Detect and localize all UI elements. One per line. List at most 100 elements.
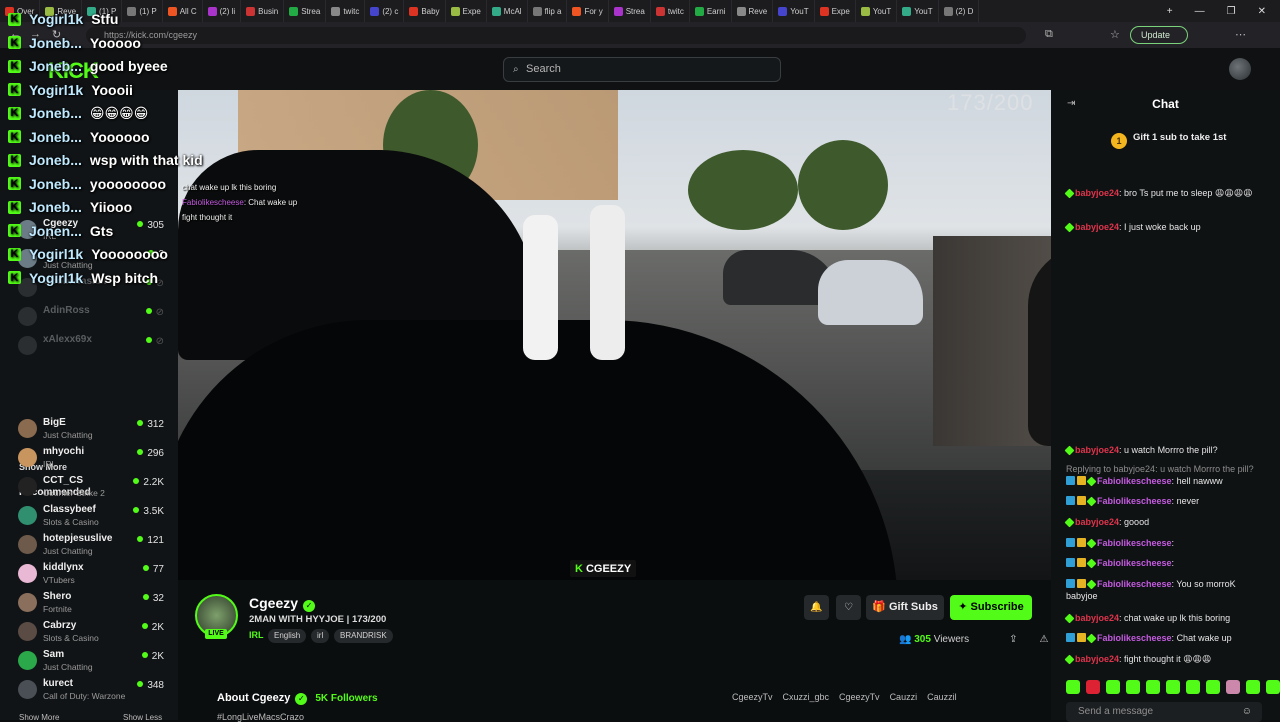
browser-tab[interactable]: For y bbox=[567, 0, 609, 22]
browser-tab[interactable]: YouT bbox=[773, 0, 815, 22]
search-input[interactable]: ⌕ Search bbox=[503, 57, 781, 82]
browser-tab[interactable]: Over bbox=[0, 0, 41, 22]
update-button[interactable]: Update bbox=[1130, 26, 1188, 44]
emote-icon[interactable] bbox=[1206, 680, 1220, 694]
chat-username[interactable]: Fabiolikescheese bbox=[1097, 476, 1172, 486]
emoji-icon[interactable]: ☺ bbox=[1242, 702, 1252, 722]
browser-tab[interactable]: All C bbox=[163, 0, 203, 22]
sidebar-show-more-footer[interactable]: Show More bbox=[19, 713, 59, 722]
browser-tab[interactable]: Expe bbox=[815, 0, 856, 22]
close-window-icon[interactable]: ✕ bbox=[1258, 6, 1266, 17]
tag[interactable]: English bbox=[268, 629, 307, 643]
new-tab-icon[interactable]: + bbox=[1167, 6, 1173, 17]
sidebar-item-hotepjesuslive[interactable]: hotepjesuslive Just Chatting 121 bbox=[18, 533, 166, 561]
sidebar-item-bige[interactable]: BigE Just Chatting 312 bbox=[18, 417, 166, 445]
follow-heart-button[interactable]: ♡ bbox=[836, 595, 861, 620]
sidebar-item-cct_cs[interactable]: CCT_CS Counter-Strike 2 2.2K bbox=[18, 475, 166, 503]
restore-icon[interactable]: ❐ bbox=[1227, 6, 1236, 17]
sidebar-item-channel[interactable]: Just Chatting 2 bbox=[18, 247, 166, 275]
sidebar-show-less-footer[interactable]: Show Less bbox=[123, 713, 162, 722]
sidebar-item-adinross[interactable]: AdinRoss ⊘ bbox=[18, 305, 166, 333]
reload-icon[interactable]: ↻ bbox=[52, 28, 61, 41]
social-link[interactable]: CgeezyTv bbox=[732, 692, 773, 702]
sidebar-item-goobiwasabi[interactable]: GoobiWasabi ⊘ bbox=[18, 276, 166, 304]
browser-tab[interactable]: Expe bbox=[446, 0, 487, 22]
browser-tab[interactable]: Reve bbox=[40, 0, 83, 22]
browser-tab[interactable]: YouT bbox=[856, 0, 898, 22]
gift-banner[interactable]: 1 Gift 1 sub to take 1st bbox=[1111, 132, 1226, 149]
emote-icon[interactable] bbox=[1106, 680, 1120, 694]
send-message-input[interactable]: Send a message ☺ bbox=[1066, 702, 1262, 722]
tab-favicon-icon bbox=[778, 6, 788, 16]
browser-tab[interactable]: Earni bbox=[690, 0, 732, 22]
chat-username[interactable]: Fabiolikescheese bbox=[1097, 579, 1172, 589]
social-link[interactable]: Cxuzzi_gbc bbox=[783, 692, 830, 702]
chat-username[interactable]: Fabiolikescheese bbox=[1097, 558, 1172, 568]
browser-tab[interactable]: (1) P bbox=[122, 0, 163, 22]
chat-username[interactable]: Fabiolikescheese bbox=[1097, 538, 1172, 548]
sidebar-item-sam[interactable]: Sam Just Chatting 2K bbox=[18, 649, 166, 677]
social-link[interactable]: CgeezyTv bbox=[839, 692, 880, 702]
sidebar-item-kurect[interactable]: kurect Call of Duty: Warzone 348 bbox=[18, 678, 166, 706]
sidebar-item-xalexx69x[interactable]: xAlexx69x ⊘ bbox=[18, 334, 166, 362]
browser-tab[interactable]: (2) D bbox=[939, 0, 980, 22]
share-icon[interactable]: ⇪ bbox=[1009, 634, 1017, 645]
forward-icon[interactable]: → bbox=[30, 28, 41, 40]
browser-tab[interactable]: Baby bbox=[404, 0, 446, 22]
notification-bell-button[interactable]: 🔔 bbox=[804, 595, 829, 620]
browser-tab[interactable]: twitc bbox=[326, 0, 366, 22]
url-field[interactable]: https://kick.com/cgeezy bbox=[86, 27, 1026, 44]
gift-subs-button[interactable]: 🎁 Gift Subs bbox=[866, 595, 944, 620]
chat-username[interactable]: Fabiolikescheese bbox=[1097, 633, 1172, 643]
sidebar-item-shero[interactable]: Shero Fortnite 32 bbox=[18, 591, 166, 619]
chat-username[interactable]: babyjoe24 bbox=[1075, 517, 1119, 527]
emote-icon[interactable] bbox=[1226, 680, 1240, 694]
emote-icon[interactable] bbox=[1166, 680, 1180, 694]
chat-username[interactable]: Fabiolikescheese bbox=[1097, 496, 1172, 506]
favorites-icon[interactable]: ☆ bbox=[1110, 28, 1120, 41]
tag[interactable]: irl bbox=[311, 629, 330, 643]
browser-tab[interactable]: McAl bbox=[487, 0, 528, 22]
emote-icon[interactable] bbox=[1066, 680, 1080, 694]
emote-icon[interactable] bbox=[1146, 680, 1160, 694]
sidebar-item-cabrzy[interactable]: Cabrzy Slots & Casino 2K bbox=[18, 620, 166, 648]
emote-icon[interactable] bbox=[1126, 680, 1140, 694]
chat-username[interactable]: babyjoe24 bbox=[1075, 445, 1119, 455]
emote-icon[interactable] bbox=[1266, 680, 1280, 694]
channel-name[interactable]: Cgeezy ✓ bbox=[249, 595, 316, 612]
browser-tab[interactable]: Busin bbox=[241, 0, 285, 22]
sidebar-item-cgeezy[interactable]: Cgeezy IRL 305 bbox=[18, 218, 166, 246]
browser-tab[interactable]: flip a bbox=[528, 0, 568, 22]
browser-tab[interactable]: (1) P bbox=[82, 0, 123, 22]
social-link[interactable]: Cauzzil bbox=[927, 692, 957, 702]
social-link[interactable]: Cauzzi bbox=[890, 692, 918, 702]
back-icon[interactable]: ← bbox=[10, 28, 21, 40]
stream-category[interactable]: IRL bbox=[249, 630, 264, 640]
browser-tab[interactable]: twitc bbox=[651, 0, 690, 22]
minimize-icon[interactable]: — bbox=[1195, 6, 1205, 17]
browser-tab[interactable]: YouT bbox=[897, 0, 939, 22]
tag[interactable]: BRANDRISK bbox=[334, 629, 393, 643]
subscribe-button[interactable]: ✦ Subscribe bbox=[950, 595, 1032, 620]
report-icon[interactable]: ⚠ bbox=[1039, 634, 1048, 645]
sidebar-item-classybeef[interactable]: Classybeef Slots & Casino 3.5K bbox=[18, 504, 166, 532]
video-player[interactable] bbox=[178, 90, 1051, 580]
emote-icon[interactable] bbox=[1246, 680, 1260, 694]
browser-tab[interactable]: Reve bbox=[732, 0, 774, 22]
user-avatar[interactable] bbox=[1229, 58, 1251, 80]
browser-tab[interactable]: Strea bbox=[284, 0, 327, 22]
menu-icon[interactable]: ⋯ bbox=[1235, 28, 1246, 41]
browser-tab[interactable]: (2) c bbox=[365, 0, 405, 22]
emote-icon[interactable] bbox=[1186, 680, 1200, 694]
chat-username[interactable]: babyjoe24 bbox=[1075, 613, 1119, 623]
chat-username[interactable]: babyjoe24 bbox=[1075, 654, 1119, 664]
sidebar-item-mhyochi[interactable]: mhyochi IRL 296 bbox=[18, 446, 166, 474]
emote-icon[interactable] bbox=[1086, 680, 1100, 694]
kick-logo[interactable]: KICK bbox=[48, 58, 99, 84]
chat-username[interactable]: babyjoe24 bbox=[1075, 188, 1119, 198]
browser-tab[interactable]: (2) li bbox=[203, 0, 242, 22]
extensions-icon[interactable]: ⧉ bbox=[1045, 28, 1053, 41]
chat-username[interactable]: babyjoe24 bbox=[1075, 222, 1119, 232]
sidebar-item-kiddlynx[interactable]: kiddlynx VTubers 77 bbox=[18, 562, 166, 590]
browser-tab[interactable]: Strea bbox=[609, 0, 651, 22]
